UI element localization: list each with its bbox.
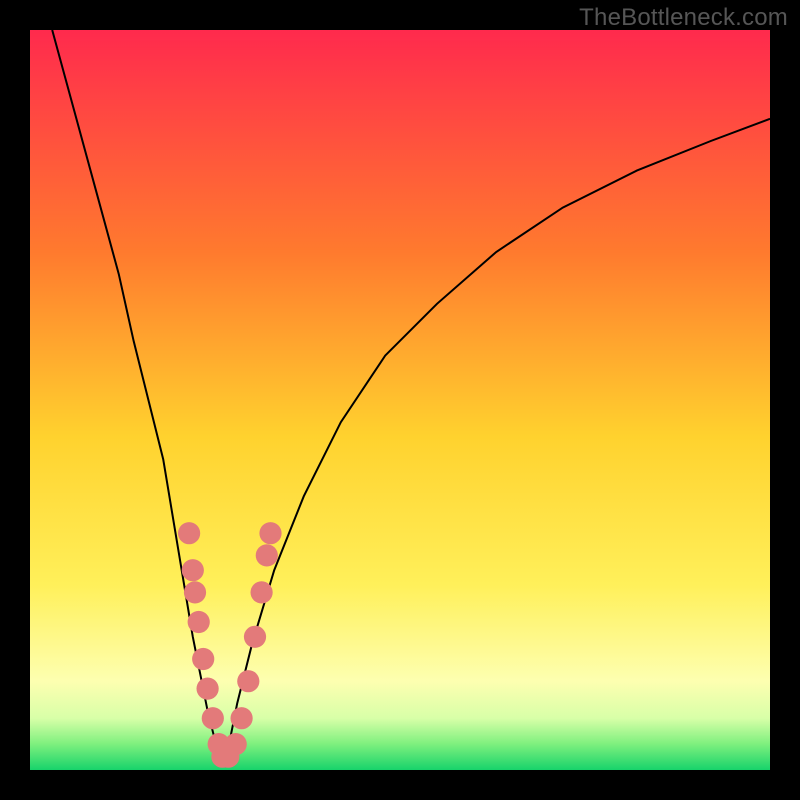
highlight-dot	[259, 522, 281, 544]
highlight-dot	[178, 522, 200, 544]
bottleneck-chart	[30, 30, 770, 770]
highlight-dot	[231, 707, 253, 729]
highlight-dot	[182, 559, 204, 581]
highlight-dot	[244, 626, 266, 648]
highlight-dot	[184, 581, 206, 603]
plot-area	[30, 30, 770, 770]
highlight-dot	[237, 670, 259, 692]
highlight-dot	[225, 733, 247, 755]
highlight-dot	[256, 544, 278, 566]
highlight-dot	[251, 581, 273, 603]
highlight-dot	[188, 611, 210, 633]
highlight-dot	[192, 648, 214, 670]
highlight-dot	[197, 678, 219, 700]
highlight-dot	[202, 707, 224, 729]
watermark-text: TheBottleneck.com	[579, 4, 788, 32]
chart-frame: TheBottleneck.com	[0, 0, 800, 800]
gradient-background	[30, 30, 770, 770]
